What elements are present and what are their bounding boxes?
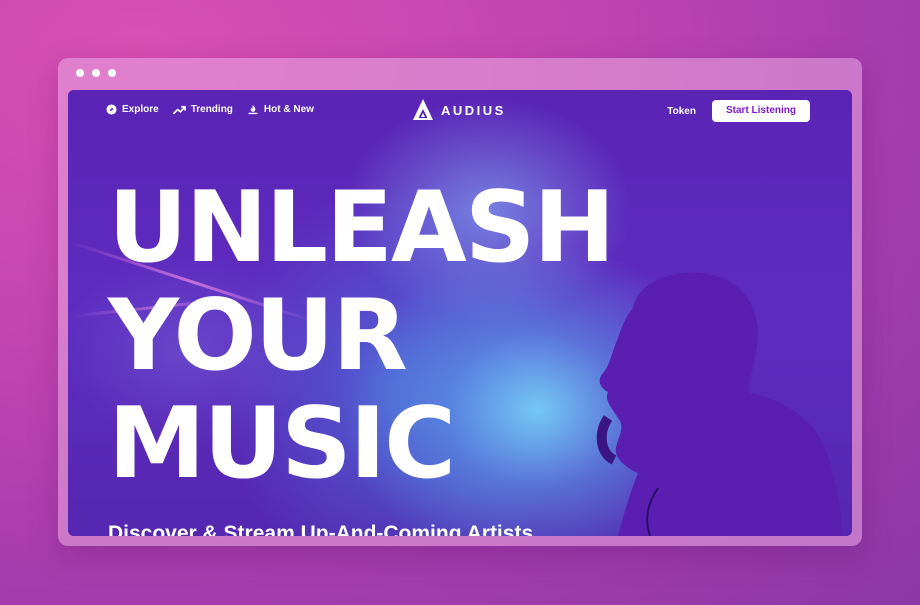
start-listening-button[interactable]: Start Listening xyxy=(711,100,810,122)
logo-wordmark: AUDIUS xyxy=(441,102,506,118)
hero-subheadline: Discover & Stream Up-And-Coming Artists xyxy=(108,522,534,536)
nav-explore-link[interactable]: Explore xyxy=(106,104,159,115)
nav-hot-new-label: Hot & New xyxy=(263,104,314,115)
nav-hot-new-link[interactable]: Hot & New xyxy=(247,104,314,115)
dj-silhouette xyxy=(596,272,843,536)
hot-new-icon xyxy=(248,104,258,115)
page-viewport: Explore Trending Hot & New AUDIUS Token … xyxy=(68,90,852,536)
trending-up-icon xyxy=(172,105,186,114)
audius-logo-icon xyxy=(413,99,433,120)
nav-trending-label: Trending xyxy=(190,104,233,115)
window-dot[interactable] xyxy=(108,69,116,77)
window-dot[interactable] xyxy=(92,69,100,77)
hero-headline: UNLEASH YOUR MUSIC xyxy=(108,171,615,501)
nav-trending-link[interactable]: Trending xyxy=(172,104,233,115)
window-controls xyxy=(76,69,116,77)
compass-icon xyxy=(106,104,117,115)
nav-actions: Token Start Listening xyxy=(667,100,810,122)
window-dot[interactable] xyxy=(76,69,84,77)
top-navigation: Explore Trending Hot & New AUDIUS Token … xyxy=(68,90,852,136)
headline-line-2: YOUR xyxy=(108,279,408,393)
audius-logo[interactable]: AUDIUS xyxy=(412,98,506,122)
token-link[interactable]: Token xyxy=(667,106,696,117)
headline-line-3: MUSIC xyxy=(108,387,456,501)
nav-links: Explore Trending Hot & New xyxy=(106,104,314,115)
nav-explore-label: Explore xyxy=(122,104,159,115)
browser-window: Explore Trending Hot & New AUDIUS Token … xyxy=(58,58,862,546)
headline-line-1: UNLEASH xyxy=(108,171,615,285)
